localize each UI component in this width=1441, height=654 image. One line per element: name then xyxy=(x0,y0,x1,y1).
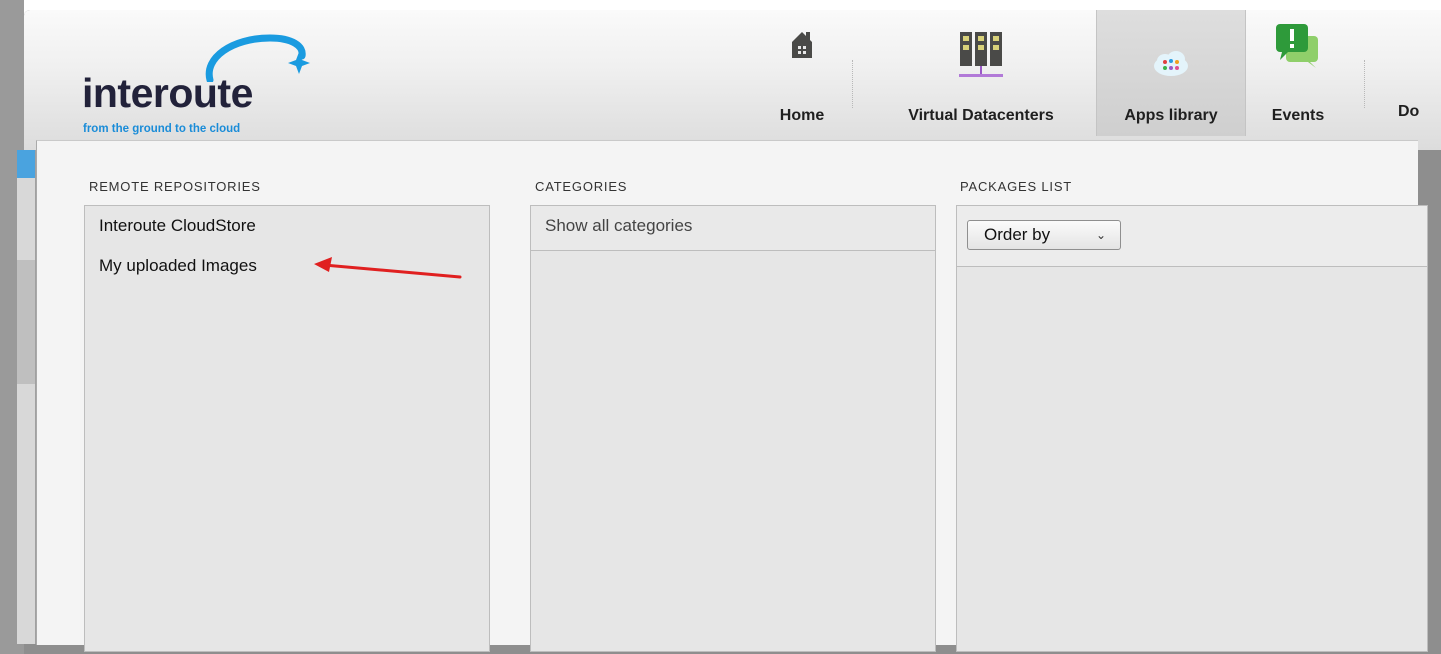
tab-documentation[interactable]: Do xyxy=(1388,10,1441,136)
order-by-label: Order by xyxy=(984,225,1051,244)
categories-title: CATEGORIES xyxy=(535,179,628,194)
tab-virtual-datacenters[interactable]: Virtual Datacenters xyxy=(874,10,1088,136)
repositories-title: REMOTE REPOSITORIES xyxy=(89,179,261,194)
tab-events[interactable]: Events xyxy=(1248,10,1348,136)
tab-virtual-datacenters-label: Virtual Datacenters xyxy=(908,107,1054,124)
tab-documentation-label: Do xyxy=(1398,103,1420,120)
apps-library-content: REMOTE REPOSITORIES Interoute CloudStore… xyxy=(36,140,1428,652)
left-strip-accent xyxy=(17,150,35,178)
nav-separator xyxy=(852,60,854,108)
show-all-categories-link[interactable]: Show all categories xyxy=(545,216,692,236)
tab-home-label: Home xyxy=(779,107,825,124)
tab-apps-library[interactable]: Apps library xyxy=(1096,10,1246,136)
tab-home[interactable]: Home xyxy=(752,10,852,136)
events-icon xyxy=(1276,24,1318,68)
repo-item-interoute-cloudstore[interactable]: Interoute CloudStore xyxy=(99,216,256,236)
annotation-arrow-icon xyxy=(314,257,462,279)
packages-title: PACKAGES LIST xyxy=(960,179,1073,194)
chevron-down-icon: ⌄ xyxy=(1095,228,1106,242)
packages-panel: Order by ⌄ xyxy=(956,205,1428,652)
home-icon xyxy=(792,32,812,58)
tab-apps-library-label: Apps library xyxy=(1124,107,1218,124)
left-strip-scroll-thumb[interactable] xyxy=(17,260,35,384)
repo-item-my-uploaded-images[interactable]: My uploaded Images xyxy=(99,256,257,276)
packages-list xyxy=(957,267,1427,651)
main-nav: Home Virtual Datacenters Apps library Ev… xyxy=(24,10,1441,150)
left-side-strip xyxy=(17,150,36,644)
packages-header: Order by ⌄ xyxy=(957,206,1427,267)
tab-events-label: Events xyxy=(1271,107,1325,124)
datacenter-icon xyxy=(959,32,1003,77)
categories-list xyxy=(531,251,935,651)
header: interoute from the ground to the cloud H… xyxy=(24,10,1441,150)
order-by-select[interactable]: Order by ⌄ xyxy=(967,220,1121,250)
nav-separator xyxy=(1364,60,1366,108)
apps-library-icon xyxy=(1154,51,1188,76)
categories-header: Show all categories xyxy=(531,206,935,251)
categories-panel: Show all categories xyxy=(530,205,936,652)
